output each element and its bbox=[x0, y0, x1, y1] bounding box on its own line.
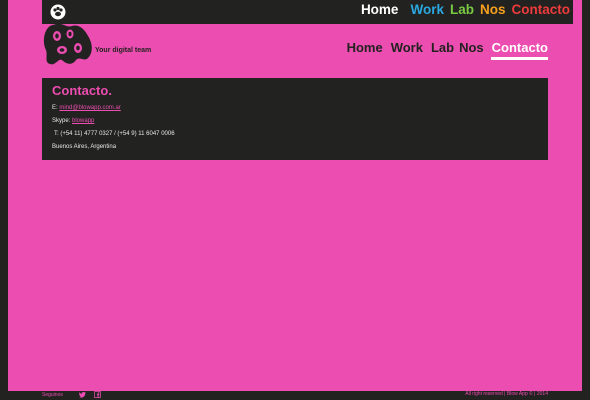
blowapp-logo[interactable] bbox=[42, 22, 94, 66]
address-line: Buenos Aires, Argentina bbox=[52, 144, 117, 150]
main-nav-lab[interactable]: Lab bbox=[431, 40, 454, 56]
follow-label: Seguinos bbox=[42, 391, 63, 398]
email-link[interactable]: mind@blowapp.com.ar bbox=[59, 105, 120, 111]
skype-line: Skype: blowapp bbox=[52, 117, 538, 125]
main-nav: Home Work Lab Nos Contacto bbox=[347, 40, 548, 56]
skype-label: Skype: bbox=[52, 118, 73, 124]
top-nav-nos[interactable]: Nos bbox=[480, 1, 506, 19]
tagline: Your digital team bbox=[95, 47, 152, 54]
twitter-icon[interactable] bbox=[78, 391, 86, 398]
email-line: E: mind@blowapp.com.ar bbox=[52, 104, 538, 112]
page-title: Contacto. bbox=[52, 83, 112, 98]
top-nav-contacto[interactable]: Contacto bbox=[512, 1, 571, 19]
top-nav-lab[interactable]: Lab bbox=[450, 1, 474, 19]
main-nav-work[interactable]: Work bbox=[391, 40, 423, 56]
main-nav-home[interactable]: Home bbox=[347, 40, 383, 56]
copyright: All right reserved | Blow App © | 2014 bbox=[465, 391, 548, 397]
active-nav-underline bbox=[491, 57, 548, 60]
top-nav-work[interactable]: Work bbox=[410, 1, 444, 19]
skype-link[interactable]: blowapp bbox=[72, 118, 94, 124]
paw-logo-icon[interactable] bbox=[50, 4, 66, 20]
main-nav-contacto[interactable]: Contacto bbox=[492, 40, 548, 56]
top-nav-home[interactable]: Home bbox=[361, 1, 399, 19]
facebook-icon[interactable] bbox=[93, 391, 101, 398]
main-nav-nos[interactable]: Nos bbox=[459, 40, 484, 56]
footer-social: Seguinos bbox=[42, 391, 101, 398]
contact-panel: Contacto. E: mind@blowapp.com.ar Skype: … bbox=[42, 78, 548, 160]
top-nav: Home Work Lab Nos Contacto bbox=[361, 1, 570, 19]
phone-line: T: (+54 11) 4777 0327 / (+54 9) 11 6047 … bbox=[54, 131, 175, 137]
